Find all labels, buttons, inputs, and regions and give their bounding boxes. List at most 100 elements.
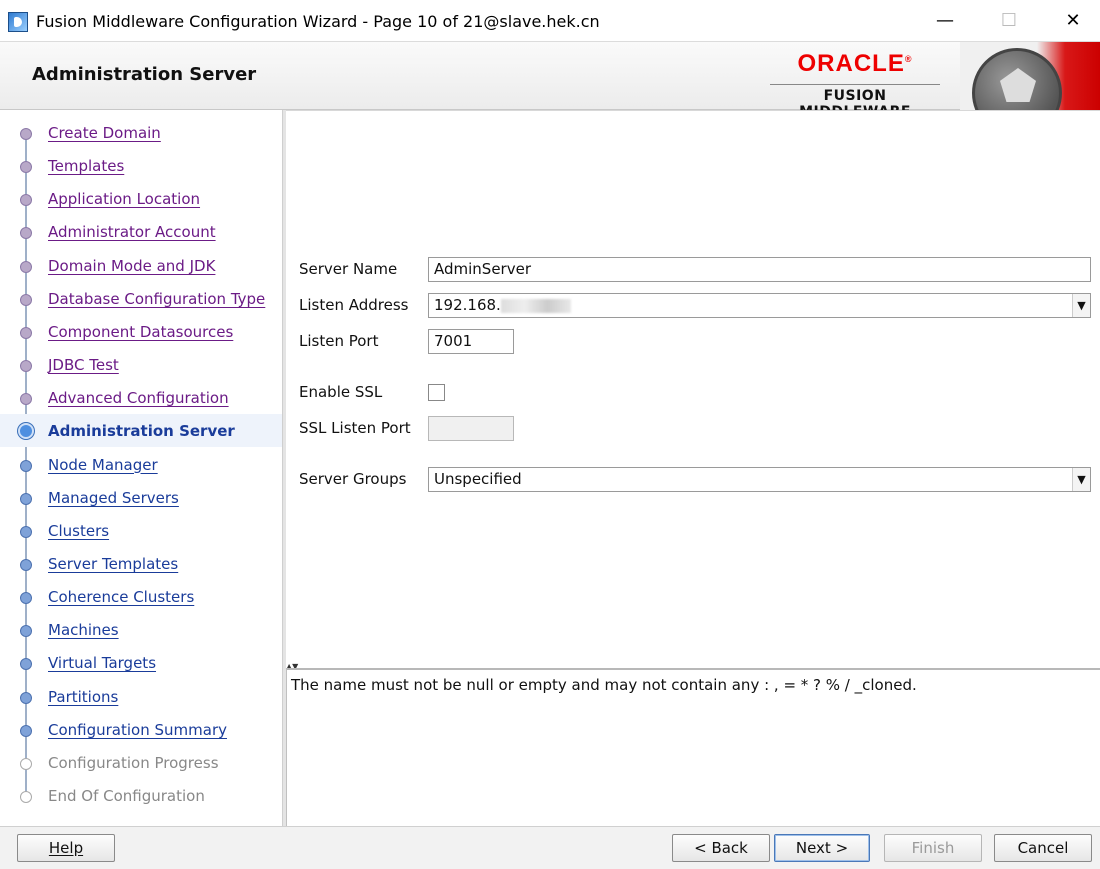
nav-step-component-datasources[interactable]: Component Datasources <box>0 315 282 348</box>
trademark-mark: ® <box>904 54 913 64</box>
nav-step-label: Advanced Configuration <box>48 389 229 408</box>
listen-port-label: Listen Port <box>299 332 379 350</box>
step-status-icon <box>20 128 32 140</box>
nav-step-label: Configuration Progress <box>48 753 219 772</box>
nav-step-templates[interactable]: Templates <box>0 149 282 182</box>
listen-port-input[interactable]: 7001 <box>428 329 514 354</box>
nav-step-label: Templates <box>48 157 125 176</box>
validation-message: The name must not be null or empty and m… <box>291 676 917 694</box>
step-status-icon <box>20 724 32 737</box>
title-bar: Fusion Middleware Configuration Wizard -… <box>0 0 1100 42</box>
listen-address-combo[interactable]: 192.168. ▼ <box>428 293 1091 318</box>
nav-step-virtual-targets[interactable]: Virtual Targets <box>0 646 282 679</box>
step-status-icon <box>20 592 32 605</box>
nav-step-label: Component Datasources <box>48 322 234 341</box>
server-name-label: Server Name <box>299 260 398 278</box>
oracle-brand-text: ORACLE <box>797 50 905 77</box>
wizard-header: Administration Server ORACLE® FUSION MID… <box>0 42 1100 120</box>
app-icon <box>8 12 28 32</box>
step-status-icon <box>20 625 32 638</box>
step-status-icon <box>20 658 32 671</box>
step-status-icon <box>20 260 32 273</box>
step-status-icon <box>20 227 32 240</box>
step-status-icon <box>20 525 32 538</box>
nav-step-end-of-configuration: End Of Configuration <box>0 779 282 812</box>
nav-step-clusters[interactable]: Clusters <box>0 514 282 547</box>
nav-step-label: Virtual Targets <box>48 654 157 673</box>
nav-step-jdbc-test[interactable]: JDBC Test <box>0 348 282 381</box>
nav-step-domain-mode-and-jdk[interactable]: Domain Mode and JDK <box>0 249 282 282</box>
nav-step-machines[interactable]: Machines <box>0 613 282 646</box>
nav-step-configuration-progress: Configuration Progress <box>0 746 282 779</box>
chevron-down-icon[interactable]: ▼ <box>1072 468 1090 491</box>
nav-step-label: Configuration Summary <box>48 720 227 739</box>
server-groups-combo[interactable]: Unspecified ▼ <box>428 467 1091 492</box>
nav-step-label: Administration Server <box>48 422 235 441</box>
nav-step-node-manager[interactable]: Node Manager <box>0 448 282 481</box>
cancel-button[interactable]: Cancel <box>994 834 1092 862</box>
nav-step-partitions[interactable]: Partitions <box>0 680 282 713</box>
listen-address-label: Listen Address <box>299 296 409 314</box>
nav-step-label: Machines <box>48 621 119 640</box>
step-status-icon <box>18 423 34 440</box>
nav-step-application-location[interactable]: Application Location <box>0 182 282 215</box>
nav-step-label: Node Manager <box>48 455 158 474</box>
step-status-icon <box>20 161 32 174</box>
oracle-logo: ORACLE® FUSION MIDDLEWARE <box>770 50 940 120</box>
ssl-listen-port-input[interactable] <box>428 416 514 441</box>
nav-step-label: Managed Servers <box>48 488 179 507</box>
server-groups-label: Server Groups <box>299 470 407 488</box>
nav-step-managed-servers[interactable]: Managed Servers <box>0 481 282 514</box>
nav-step-administrator-account[interactable]: Administrator Account <box>0 215 282 248</box>
step-status-icon <box>20 194 32 207</box>
oracle-wordmark: ORACLE® <box>770 50 940 78</box>
step-status-icon <box>20 791 32 803</box>
help-button[interactable]: Help <box>17 834 115 862</box>
nav-step-label: Server Templates <box>48 554 179 573</box>
wizard-steps-nav: Create Domain Templates Application Locati… <box>0 110 282 826</box>
help-button-label: Help <box>48 839 84 857</box>
minimize-button[interactable]: — <box>922 6 968 36</box>
nav-step-label: Application Location <box>48 190 201 209</box>
message-panel: The name must not be null or empty and m… <box>286 668 1100 826</box>
step-status-icon <box>20 558 32 571</box>
form-panel <box>286 110 1100 666</box>
step-status-icon <box>20 691 32 704</box>
step-status-icon <box>20 492 32 505</box>
window-title: Fusion Middleware Configuration Wizard -… <box>36 12 600 31</box>
nav-step-label: Partitions <box>48 687 119 706</box>
nav-step-coherence-clusters[interactable]: Coherence Clusters <box>0 580 282 613</box>
header-decoration <box>960 42 1100 110</box>
nav-step-label: Clusters <box>48 521 110 540</box>
button-bar: Help < Back Next > Finish Cancel <box>0 826 1100 869</box>
nav-step-label: Database Configuration Type <box>48 289 266 308</box>
redacted-address <box>500 298 571 313</box>
listen-address-value: 192.168. <box>434 296 501 314</box>
step-status-icon <box>20 326 32 339</box>
back-button[interactable]: < Back <box>672 834 770 862</box>
nav-step-label: JDBC Test <box>48 356 119 375</box>
maximize-button[interactable]: ☐ <box>986 6 1032 36</box>
nav-step-create-domain[interactable]: Create Domain <box>0 116 282 149</box>
next-button[interactable]: Next > <box>774 834 870 862</box>
finish-button[interactable]: Finish <box>884 834 982 862</box>
step-status-icon <box>20 360 32 373</box>
step-status-icon <box>20 757 32 770</box>
nav-step-label: Create Domain <box>48 124 161 142</box>
chevron-down-icon[interactable]: ▼ <box>1072 294 1090 317</box>
nav-step-database-configuration-type[interactable]: Database Configuration Type <box>0 282 282 315</box>
nav-step-label: Domain Mode and JDK <box>48 256 216 275</box>
nav-step-advanced-configuration[interactable]: Advanced Configuration <box>0 381 282 414</box>
nav-step-administration-server[interactable]: Administration Server <box>0 414 282 448</box>
nav-step-server-templates[interactable]: Server Templates <box>0 547 282 580</box>
server-name-input[interactable]: AdminServer <box>428 257 1091 282</box>
enable-ssl-label: Enable SSL <box>299 383 383 401</box>
page-title: Administration Server <box>32 64 257 85</box>
step-status-icon <box>20 393 32 406</box>
nav-step-label: End Of Configuration <box>48 787 205 805</box>
server-groups-value: Unspecified <box>434 470 522 488</box>
enable-ssl-checkbox[interactable] <box>428 384 445 401</box>
ssl-listen-port-label: SSL Listen Port <box>299 419 411 437</box>
nav-step-configuration-summary[interactable]: Configuration Summary <box>0 713 282 746</box>
close-button[interactable]: ✕ <box>1050 6 1096 36</box>
